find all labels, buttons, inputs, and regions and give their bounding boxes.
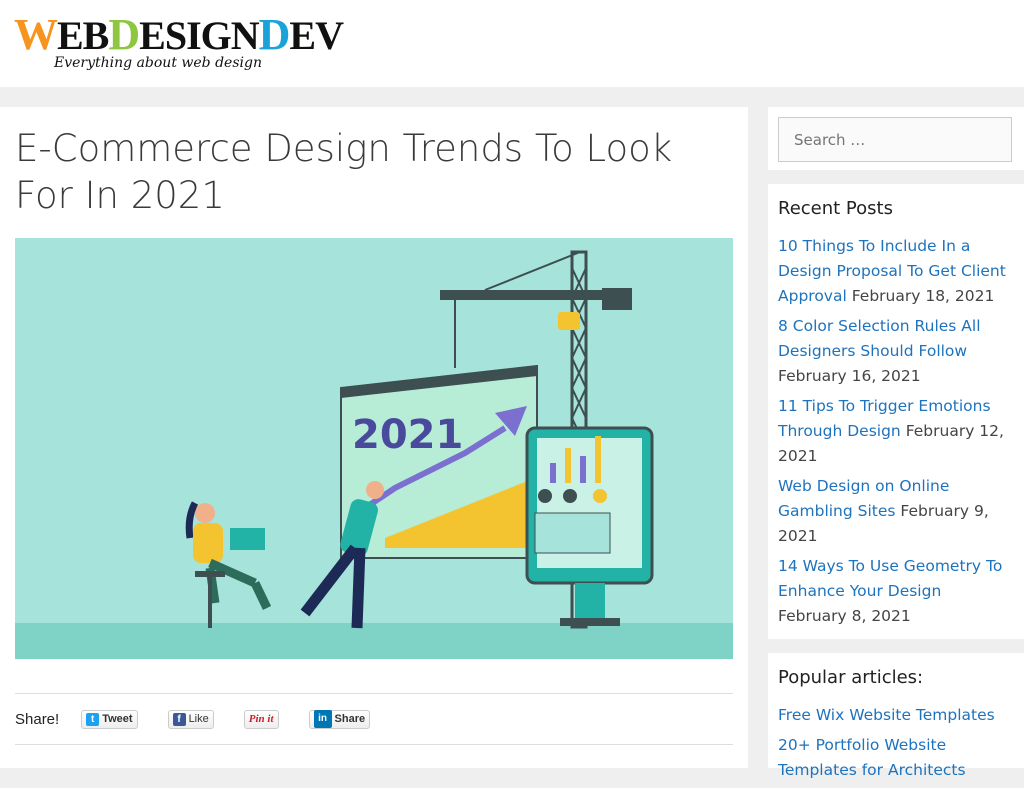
facebook-icon: f xyxy=(172,712,186,726)
divider xyxy=(15,693,733,694)
facebook-like-button[interactable]: f Like xyxy=(167,709,214,729)
logo-letter: D xyxy=(258,10,291,59)
hero-image: 2021 xyxy=(15,250,733,659)
tweet-button[interactable]: t Tweet xyxy=(81,709,138,729)
like-label: Like xyxy=(188,713,209,725)
twitter-icon: t xyxy=(86,712,100,726)
search-input[interactable] xyxy=(778,117,1012,162)
recent-posts-list: 10 Things To Include In a Design Proposa… xyxy=(778,234,1010,634)
article-title: E-Commerce Design Trends To Look For In … xyxy=(15,127,673,217)
post-link[interactable]: 14 Ways To Use Geometry To Enhance Your … xyxy=(778,557,1002,600)
popular-link[interactable]: Free Wix Website Templates xyxy=(778,706,995,724)
hero-year-label: 2021 xyxy=(352,412,463,458)
post-link[interactable]: 8 Color Selection Rules All Designers Sh… xyxy=(778,317,981,360)
recent-posts-title: Recent Posts xyxy=(778,198,893,219)
hero-illustration: 2021 xyxy=(15,238,733,659)
popular-articles-title: Popular articles: xyxy=(778,667,924,688)
tweet-label: Tweet xyxy=(102,713,133,725)
pinterest-button[interactable]: Pin it xyxy=(243,709,279,729)
pin-label: Pin it xyxy=(248,713,274,725)
share-bar: Share! t Tweet f Like Pin it in Share xyxy=(15,707,400,731)
list-item: 10 Things To Include In a Design Proposa… xyxy=(778,234,1010,309)
logo-letter: EV xyxy=(289,13,344,58)
popular-articles-list: Free Wix Website Templates 20+ Portfolio… xyxy=(778,703,1010,788)
share-label: Share! xyxy=(15,710,60,728)
search-widget xyxy=(768,107,1024,170)
site-logo[interactable]: WEBDESIGNDEV Everything about web design xyxy=(14,13,344,72)
logo-letter: EB xyxy=(57,13,109,58)
logo-wordmark: WEBDESIGNDEV xyxy=(14,13,344,58)
list-item: 20+ Portfolio Website Templates for Arch… xyxy=(778,733,1010,783)
linkedin-label: Share xyxy=(334,713,366,725)
recent-posts-widget: Recent Posts 10 Things To Include In a D… xyxy=(768,184,1024,639)
logo-letter: ESIGN xyxy=(139,13,259,58)
site-header: WEBDESIGNDEV Everything about web design xyxy=(0,0,1024,87)
linkedin-icon: in xyxy=(313,710,332,728)
divider xyxy=(15,744,733,745)
list-item: 11 Tips To Trigger Emotions Through Desi… xyxy=(778,394,1010,469)
list-item: Web Design on Online Gambling Sites Febr… xyxy=(778,474,1010,549)
post-date: February 16, 2021 xyxy=(778,367,921,385)
post-date: February 8, 2021 xyxy=(778,607,911,625)
logo-letter: D xyxy=(108,10,140,59)
list-item: 8 Color Selection Rules All Designers Sh… xyxy=(778,314,1010,389)
popular-articles-widget: Popular articles: Free Wix Website Templ… xyxy=(768,653,1024,779)
post-date: February 18, 2021 xyxy=(851,287,995,305)
logo-letter: W xyxy=(14,10,58,59)
list-item: 14 Ways To Use Geometry To Enhance Your … xyxy=(778,554,1010,629)
popular-link[interactable]: 20+ Portfolio Website Templates for Arch… xyxy=(778,736,966,779)
linkedin-share-button[interactable]: in Share xyxy=(308,709,371,729)
list-item: Free Wix Website Templates xyxy=(778,703,1010,728)
